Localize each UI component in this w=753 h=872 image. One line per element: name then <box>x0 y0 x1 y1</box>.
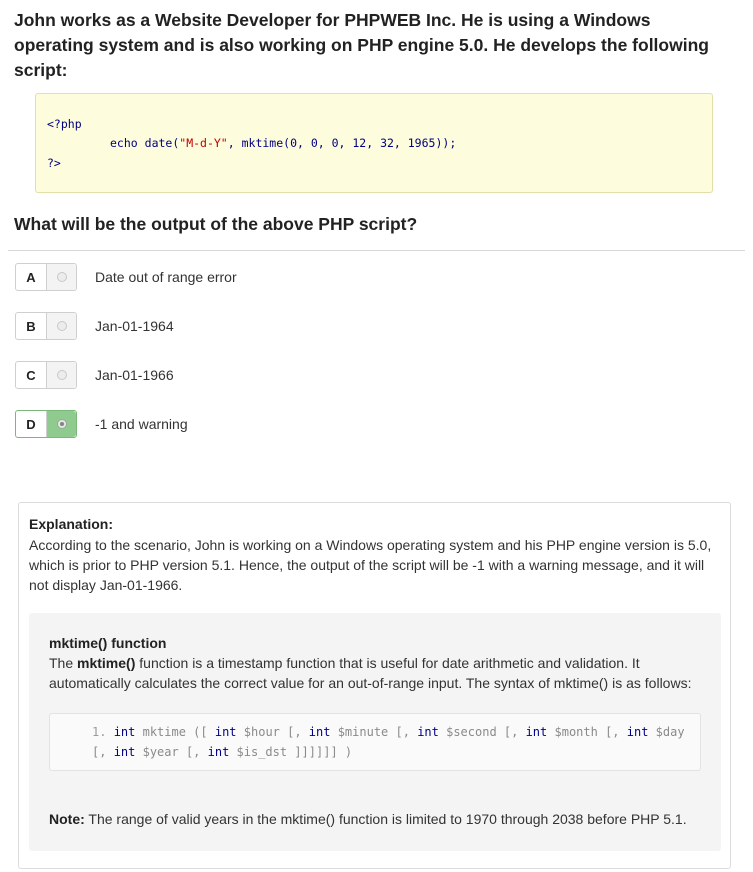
mktime-text-bold: mktime() <box>77 655 136 671</box>
code-format-string: "M-d-Y" <box>179 136 228 150</box>
option-c-text: Jan-01-1966 <box>95 367 174 383</box>
option-d-letter: D <box>16 411 47 437</box>
code-mktime-fn: mktime( <box>241 136 291 150</box>
code-close: )); <box>435 136 457 150</box>
option-c[interactable]: C Jan-01-1966 <box>15 361 615 391</box>
mktime-text-rest: function is a timestamp function that is… <box>49 655 692 691</box>
option-b-text: Jan-01-1964 <box>95 318 174 334</box>
syntax-token: $is_dst ]]]]]] ) <box>229 745 353 759</box>
code-echo: echo <box>110 136 138 150</box>
php-close-tag: ?> <box>47 156 61 170</box>
mktime-section: mktime() function The mktime() function … <box>29 613 721 851</box>
code-sep: , <box>227 136 242 150</box>
syntax-token: int <box>207 745 230 759</box>
syntax-token: int <box>113 725 136 739</box>
explanation-panel: Explanation: According to the scenario, … <box>18 502 731 869</box>
option-d-selector[interactable]: D <box>15 410 77 438</box>
syntax-token: [, <box>92 745 114 759</box>
mktime-text-prefix: The <box>49 655 78 671</box>
note-body: The range of valid years in the mktime()… <box>84 811 687 827</box>
syntax-token: int <box>113 745 136 759</box>
syntax-token: int <box>417 725 439 739</box>
option-a-radio[interactable] <box>56 272 67 282</box>
question-page: John works as a Website Developer for PH… <box>0 0 753 872</box>
option-c-radio[interactable] <box>56 370 67 380</box>
syntax-token: $hour [, <box>236 725 309 739</box>
divider <box>8 250 745 251</box>
syntax-line-number: 1. <box>92 725 107 739</box>
syntax-code-block: 1. int mktime ([ int $hour [, int $minut… <box>49 713 701 771</box>
note-label: Note: <box>49 811 85 827</box>
note-text: Note: The range of valid years in the mk… <box>49 811 687 827</box>
question-prompt: What will be the output of the above PHP… <box>14 214 418 234</box>
option-d[interactable]: D -1 and warning <box>15 410 615 440</box>
syntax-line-2: [, int $year [, int $is_dst ]]]]]] ) <box>92 742 352 762</box>
option-c-letter: C <box>16 362 47 388</box>
syntax-token: int <box>308 725 331 739</box>
mktime-section-text: The mktime() function is a timestamp fun… <box>49 653 704 693</box>
explanation-title: Explanation: <box>29 516 114 532</box>
code-snippet: <?php echo date("M-d-Y", mktime(0, 0, 0,… <box>35 93 713 193</box>
code-args: 0, 0, 0, 12, 32, 1965 <box>290 136 436 150</box>
syntax-token: $second [, <box>438 725 526 739</box>
syntax-token: int <box>626 725 649 739</box>
syntax-token: int <box>214 725 237 739</box>
option-a-selector[interactable]: A <box>15 263 77 291</box>
option-b-radio[interactable] <box>56 321 67 331</box>
syntax-token: $year [, <box>135 745 208 759</box>
question-text: John works as a Website Developer for PH… <box>14 10 709 80</box>
code-echo-line: echo date("M-d-Y", mktime(0, 0, 0, 12, 3… <box>110 136 456 150</box>
syntax-token: $month [, <box>547 725 627 739</box>
mktime-section-title: mktime() function <box>49 635 167 651</box>
syntax-token: $minute [, <box>330 725 418 739</box>
option-a-text: Date out of range error <box>95 269 237 285</box>
code-date-fn: date( <box>144 136 180 150</box>
syntax-line-1: 1. int mktime ([ int $hour [, int $minut… <box>92 722 685 742</box>
explanation-text: According to the scenario, John is worki… <box>29 537 712 593</box>
option-c-selector[interactable]: C <box>15 361 77 389</box>
syntax-token: $day <box>648 725 685 739</box>
option-b-selector[interactable]: B <box>15 312 77 340</box>
syntax-token: int <box>525 725 548 739</box>
option-a[interactable]: A Date out of range error <box>15 263 615 293</box>
option-b[interactable]: B Jan-01-1964 <box>15 312 615 342</box>
option-a-letter: A <box>16 264 47 290</box>
option-d-text: -1 and warning <box>95 416 188 432</box>
syntax-token: mktime ([ <box>135 725 215 739</box>
option-b-letter: B <box>16 313 47 339</box>
php-open-tag: <?php <box>47 117 82 131</box>
option-d-radio[interactable] <box>56 419 67 429</box>
